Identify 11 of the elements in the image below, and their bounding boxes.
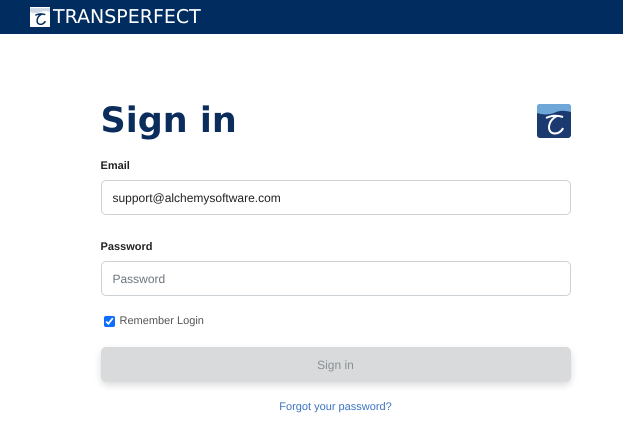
- field-label: Password: [100, 241, 154, 253]
- page-title: Sign in: [100, 100, 237, 143]
- logo-icon: [536, 104, 570, 138]
- email-field[interactable]: support@alchemysoftware.com: [100, 180, 570, 215]
- password-field[interactable]: Password: [100, 261, 570, 296]
- field-label: Email: [100, 160, 131, 172]
- forgot-password-link[interactable]: Forgot your password?: [279, 401, 392, 413]
- remember-checkbox[interactable]: [104, 316, 114, 326]
- checkbox-label: Remember Login: [120, 315, 204, 327]
- logo-icon: [30, 7, 50, 27]
- brand-name: TRANSPERFECT: [53, 6, 201, 28]
